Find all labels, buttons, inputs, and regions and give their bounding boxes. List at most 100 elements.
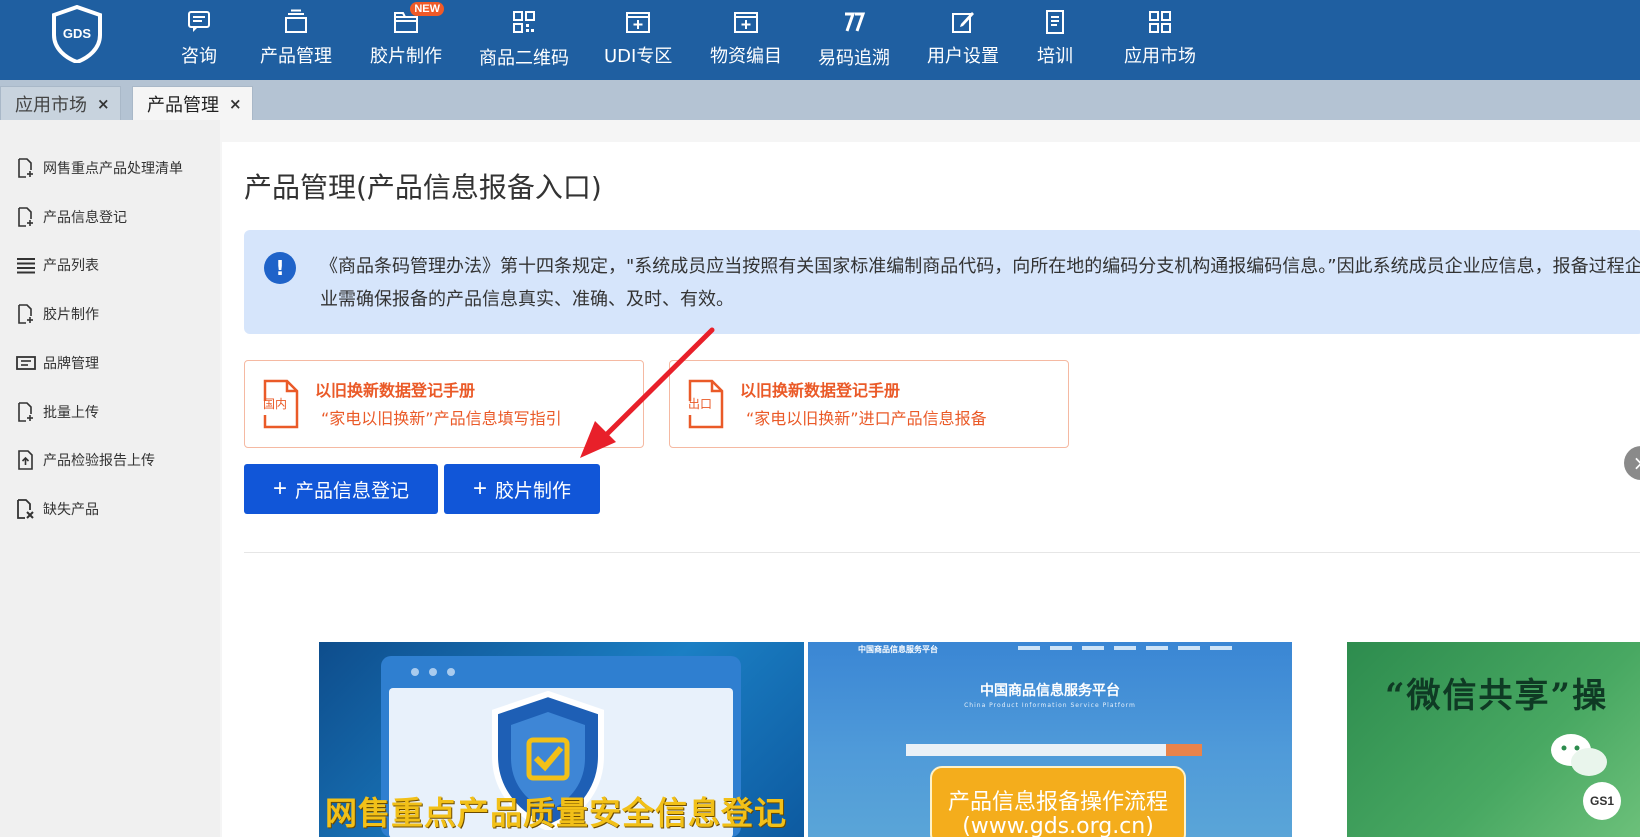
close-icon[interactable]: × — [229, 95, 242, 113]
nav-training[interactable]: 培训 — [1037, 8, 1073, 74]
nav-label: 培训 — [1037, 46, 1073, 67]
plus-icon: + — [472, 475, 487, 502]
nav-label: 胶片制作 — [370, 46, 442, 67]
list-icon — [16, 255, 36, 275]
banner-wechat-share[interactable]: “微信共享”操 GS1 — [1347, 642, 1640, 837]
window-dot — [447, 668, 455, 676]
sidebar: 网售重点产品处理清单 产品信息登记 产品列表 胶片制作 品牌管理 批量上传 产品… — [0, 120, 220, 837]
manual-card-domestic[interactable]: 国内 以旧换新数据登记手册 “家电以旧换新”产品信息填写指引 — [244, 360, 644, 448]
manual-subtitle: “家电以旧换新”产品信息填写指引 — [321, 409, 562, 428]
nav-easy-trace[interactable]: 易码追溯 — [818, 8, 890, 74]
book-icon — [1041, 8, 1069, 36]
platform-brand: 中国商品信息服务平台 — [858, 645, 938, 654]
process-card-title: 产品信息报备操作流程 — [947, 790, 1168, 815]
tab-label: 应用市场 — [15, 94, 87, 116]
divider — [244, 552, 1640, 553]
banner-caption: 网售重点产品质量安全信息登记 — [325, 794, 788, 832]
nav-udi-zone[interactable]: UDI专区 — [604, 8, 672, 74]
manual-card-export[interactable]: 出口 以旧换新数据登记手册 “家电以旧换新”进口产品信息报备 — [669, 360, 1069, 448]
film-folder-icon: NEW — [392, 2, 444, 36]
sidebar-item-label: 胶片制作 — [43, 307, 99, 323]
nav-consult[interactable]: 咨询 — [181, 8, 217, 74]
nav-app-market[interactable]: 应用市场 — [1124, 8, 1196, 74]
nav-label: UDI专区 — [604, 46, 673, 67]
doc-plus-icon — [16, 207, 36, 227]
sidebar-item-product-register[interactable]: 产品信息登记 — [16, 206, 127, 228]
sidebar-item-label: 批量上传 — [43, 405, 99, 421]
sidebar-item-film-making[interactable]: 胶片制作 — [16, 303, 99, 325]
new-badge: NEW — [410, 2, 444, 16]
chat-icon — [185, 8, 213, 36]
window-dot — [429, 668, 437, 676]
trace-icon — [840, 8, 868, 36]
close-icon[interactable]: × — [97, 95, 110, 113]
doc-plus-icon — [16, 158, 36, 178]
nav-label: 应用市场 — [1124, 46, 1196, 67]
nav-user-settings[interactable]: 用户设置 — [927, 8, 999, 74]
sidebar-item-inspection-report-upload[interactable]: 产品检验报告上传 — [16, 449, 155, 471]
wechat-banner-title: “微信共享”操 — [1385, 676, 1609, 716]
mini-nav — [1018, 646, 1232, 650]
gs1-logo-icon: GS1 — [1583, 782, 1621, 820]
sidebar-item-label: 产品检验报告上传 — [43, 453, 155, 469]
doc-plus-icon — [16, 304, 36, 324]
info-icon: ! — [264, 252, 296, 284]
sidebar-item-label: 品牌管理 — [43, 356, 99, 372]
qrcode-icon — [510, 8, 538, 36]
film-making-button[interactable]: + 胶片制作 — [444, 464, 600, 514]
doc-upload-icon — [16, 450, 36, 470]
doc-plus-icon — [16, 402, 36, 422]
manual-icon-label: 国内 — [263, 397, 288, 411]
catalog-icon — [732, 8, 760, 36]
nav-label: 咨询 — [181, 46, 217, 67]
sidebar-item-missing-products[interactable]: 缺失产品 — [16, 498, 99, 520]
mini-search-button — [1166, 744, 1202, 756]
window-dot — [411, 668, 419, 676]
platform-subtitle: China Product Information Service Platfo… — [964, 702, 1136, 709]
box-stack-icon — [282, 8, 310, 36]
main-content: 产品管理(产品信息报备入口) ! 《商品条码管理办法》第十四条规定，"系统成员应… — [222, 142, 1640, 837]
nav-label: 易码追溯 — [818, 48, 890, 69]
nav-label: 用户设置 — [927, 46, 999, 67]
banner-online-product-safety[interactable]: 网售重点产品质量安全信息登记 — [319, 642, 804, 837]
tab-product-management[interactable]: 产品管理 × — [132, 86, 253, 120]
sidebar-item-product-list[interactable]: 产品列表 — [16, 254, 99, 276]
sidebar-item-label: 缺失产品 — [43, 502, 99, 518]
sidebar-item-label: 产品信息登记 — [43, 210, 127, 226]
mini-search-bar — [906, 744, 1166, 756]
nav-label: 商品二维码 — [479, 48, 569, 69]
gds-logo-icon[interactable]: GDS — [50, 5, 104, 63]
sidebar-item-brand-management[interactable]: 品牌管理 — [16, 352, 99, 374]
edit-icon — [949, 8, 977, 36]
top-nav-bar: GDS 咨询 产品管理 NEW 胶片制作 商品二维码 UDI专区 物资编目 易码… — [0, 0, 1640, 80]
sidebar-item-online-key-products[interactable]: 网售重点产品处理清单 — [16, 157, 183, 179]
grid-icon — [1146, 8, 1174, 36]
wechat-bubbles-icon — [1551, 734, 1607, 776]
button-label: 胶片制作 — [495, 480, 572, 502]
tab-bar: 应用市场 × 产品管理 × — [0, 80, 1640, 120]
nav-material-catalog[interactable]: 物资编目 — [710, 8, 782, 74]
svg-text:GDS: GDS — [63, 26, 92, 41]
page-title: 产品管理(产品信息报备入口) — [244, 171, 602, 204]
manual-title: 以旧换新数据登记手册 — [740, 381, 901, 400]
button-label: 产品信息登记 — [295, 480, 410, 502]
nav-qrcode[interactable]: 商品二维码 — [479, 8, 569, 74]
sidebar-item-label: 网售重点产品处理清单 — [43, 161, 183, 177]
notice-text: 《商品条码管理办法》第十四条规定，"系统成员应当按照有关国家标准编制商品代码，向… — [320, 256, 1640, 310]
platform-title: 中国商品信息服务平台 — [980, 683, 1120, 699]
nav-product-management[interactable]: 产品管理 — [260, 8, 332, 74]
banner-platform-process[interactable]: 中国商品信息服务平台 中国商品信息服务平台 China Product Info… — [808, 642, 1292, 837]
doc-x-icon — [16, 499, 36, 519]
tab-app-market[interactable]: 应用市场 × — [0, 86, 121, 120]
manual-title: 以旧换新数据登记手册 — [315, 381, 476, 400]
nav-film-making[interactable]: NEW 胶片制作 — [370, 2, 444, 74]
sidebar-item-label: 产品列表 — [43, 258, 99, 274]
manual-subtitle: “家电以旧换新”进口产品信息报备 — [746, 409, 987, 428]
plus-square-icon — [624, 8, 652, 36]
sidebar-item-batch-upload[interactable]: 批量上传 — [16, 401, 99, 423]
plus-icon: + — [272, 475, 287, 502]
ticket-icon — [16, 353, 36, 373]
product-register-button[interactable]: + 产品信息登记 — [244, 464, 438, 514]
manual-icon-label: 出口 — [688, 397, 713, 411]
tab-label: 产品管理 — [147, 94, 219, 116]
